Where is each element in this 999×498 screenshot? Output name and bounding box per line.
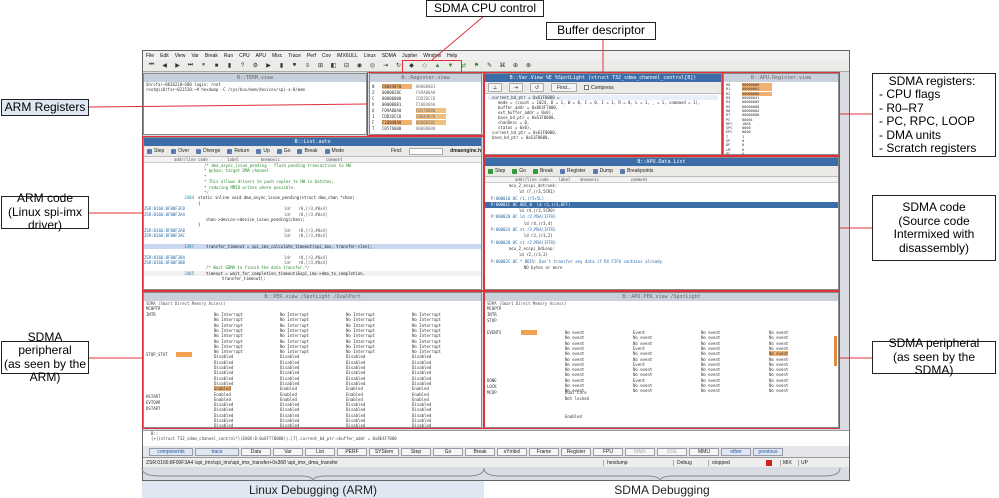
callout-sdma-registers-line-3: - R0–R7: [879, 100, 924, 115]
callout-arm-code: ARM code (Linux spi-imx driver): [1, 192, 89, 232]
sdma-debugging-label: SDMA Debugging: [484, 481, 840, 498]
callout-buffer-descriptor-text: Buffer descriptor: [557, 23, 645, 38]
callout-buffer-descriptor: Buffer descriptor: [546, 22, 656, 40]
sdma-debugging-text: SDMA Debugging: [614, 482, 710, 497]
callout-sdma-code-line-4: disassembly): [898, 240, 970, 255]
callout-sdma-periph-sdma-line-1: SDMA peripheral: [888, 336, 980, 351]
callout-sdma-periph-arm-line-2: (as seen by the ARM): [3, 356, 87, 384]
callout-arm-registers-text: ARM Registers: [4, 99, 86, 114]
callout-sdma-registers-line-1: SDMA registers:: [888, 73, 976, 88]
callout-sdma-code-line-1: SDMA code: [902, 200, 966, 214]
linux-debugging-text: Linux Debugging (ARM): [248, 482, 378, 497]
callout-sdma-periph-sdma: SDMA peripheral (as seen by the SDMA): [872, 337, 996, 377]
callout-sdma-registers: SDMA registers: - CPU flags - R0–R7 - PC…: [872, 73, 996, 157]
connector-lines: [88, 15, 872, 359]
callout-sdma-periph-arm-line-1: SDMA peripheral: [18, 329, 72, 357]
linux-debugging-label: Linux Debugging (ARM): [142, 481, 484, 498]
callout-sdma-periph-arm: SDMA peripheral (as seen by the ARM): [1, 330, 89, 384]
bottom-brackets: [141, 467, 841, 482]
callout-sdma-cpu-control: SDMA CPU control: [426, 0, 544, 17]
callout-arm-registers: ARM Registers: [1, 99, 89, 116]
callout-sdma-registers-line-6: - Scratch registers: [879, 141, 977, 155]
callout-sdma-code: SDMA code (Source code Intermixed with d…: [872, 195, 996, 261]
callout-arm-code-line-1: ARM code: [16, 191, 74, 206]
callout-sdma-registers-line-4: - PC, RPC, LOOP: [879, 114, 976, 128]
callout-arm-code-line-2: (Linux spi-imx driver): [7, 204, 82, 233]
callout-sdma-periph-sdma-line-2: (as seen by the SDMA): [892, 349, 976, 378]
callout-sdma-code-line-2: (Source code: [898, 213, 970, 228]
callout-sdma-cpu-control-text: SDMA CPU control: [433, 0, 537, 15]
callout-sdma-code-line-3: Intermixed with: [893, 227, 975, 241]
callout-sdma-registers-line-5: - DMA units: [879, 127, 942, 142]
callout-sdma-registers-line-2: - CPU flags: [879, 87, 941, 101]
